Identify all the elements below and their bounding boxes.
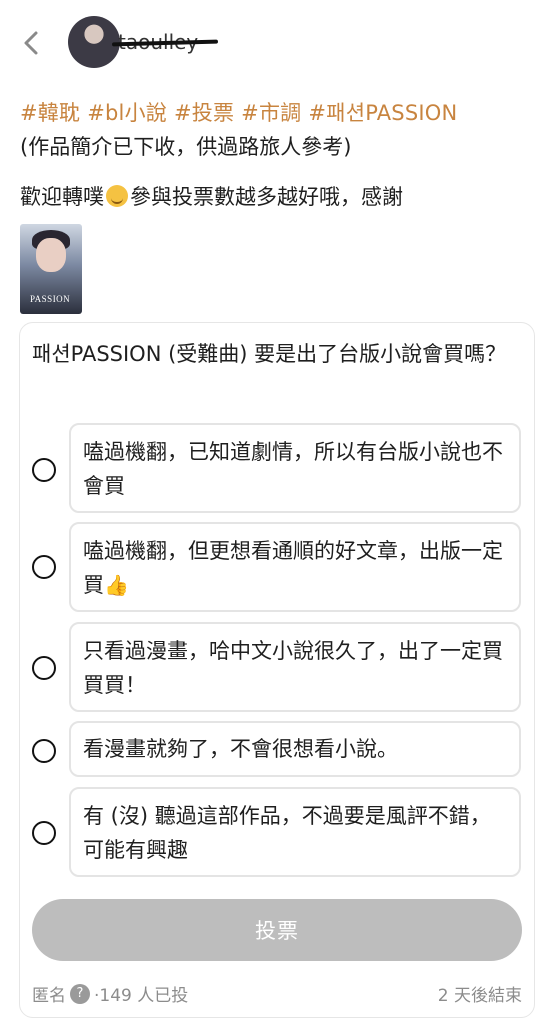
post-image[interactable]: PASSION <box>20 224 82 314</box>
poll-card: 패션PASSION (受難曲) 要是出了台版小說會買嗎？ 嗑過機翻，已知道劇情，… <box>19 322 535 1018</box>
radio-button[interactable] <box>32 739 56 763</box>
post-text-line: (作品簡介已下收，供過路旅人參考) <box>20 135 352 159</box>
tag-list: #韓耽 #bl小說 #投票 #市調 #패션PASSION <box>20 96 535 130</box>
chevron-left-icon <box>24 31 38 55</box>
post-text-line: 歡迎轉噗 參與投票數越多越好哦，感謝 <box>20 180 535 214</box>
poll-option-label[interactable]: 只看過漫畫，哈中文小說很久了，出了一定買買買！ <box>69 622 521 712</box>
thumbs-up-icon: 👍 <box>104 573 129 597</box>
tag-link[interactable]: #市調 <box>241 101 301 125</box>
image-face <box>36 238 66 272</box>
poll-option-label: 嗑過機翻，但更想看通順的好文章，出版一定買 <box>83 539 503 597</box>
voter-count: ·149 人已投 <box>94 986 189 1006</box>
tag-link[interactable]: #패션PASSION <box>308 101 457 125</box>
image-title: PASSION <box>30 294 71 304</box>
tag-link[interactable]: #投票 <box>174 101 234 125</box>
poll-end-time: 2 天後結束 <box>437 986 522 1006</box>
poll-footer: 匿名 ? ·149 人已投 2 天後結束 <box>32 981 522 1009</box>
vote-button[interactable]: 投票 <box>32 899 522 961</box>
poll-option-label[interactable]: 看漫畫就夠了，不會很想看小說。 <box>69 721 521 777</box>
tag-link[interactable]: #bl小說 <box>87 101 167 125</box>
post-body: #韓耽 #bl小說 #投票 #市調 #패션PASSION (作品簡介已下收，供過路旅人參… <box>20 96 535 214</box>
poll-meta: 匿名 ? ·149 人已投 <box>32 981 188 1006</box>
radio-button[interactable] <box>32 555 56 579</box>
poll-option-label[interactable]: 有 (沒) 聽過這部作品，不過要是風評不錯，可能有興趣 <box>69 787 521 877</box>
tag-link[interactable]: #韓耽 <box>20 101 80 125</box>
poll-question: 패션PASSION (受難曲) 要是出了台版小說會買嗎？ <box>32 342 507 366</box>
post-text: 參與投票數越多越好哦，感謝 <box>130 185 403 209</box>
poll-option-box[interactable]: 嗑過機翻，但更想看通順的好文章，出版一定買👍 <box>69 522 521 612</box>
post-header: taoulley <box>0 0 553 90</box>
radio-button[interactable] <box>32 458 56 482</box>
radio-button[interactable] <box>32 821 56 845</box>
wink-emoji-icon <box>106 185 128 207</box>
back-button[interactable] <box>14 26 48 60</box>
poll-option-label[interactable]: 嗑過機翻，已知道劇情，所以有台版小說也不會買 <box>69 423 521 513</box>
anonymous-label: 匿名 <box>32 986 66 1006</box>
post-text: 歡迎轉噗 <box>20 185 104 209</box>
help-icon[interactable]: ? <box>70 983 90 1004</box>
radio-button[interactable] <box>32 656 56 680</box>
